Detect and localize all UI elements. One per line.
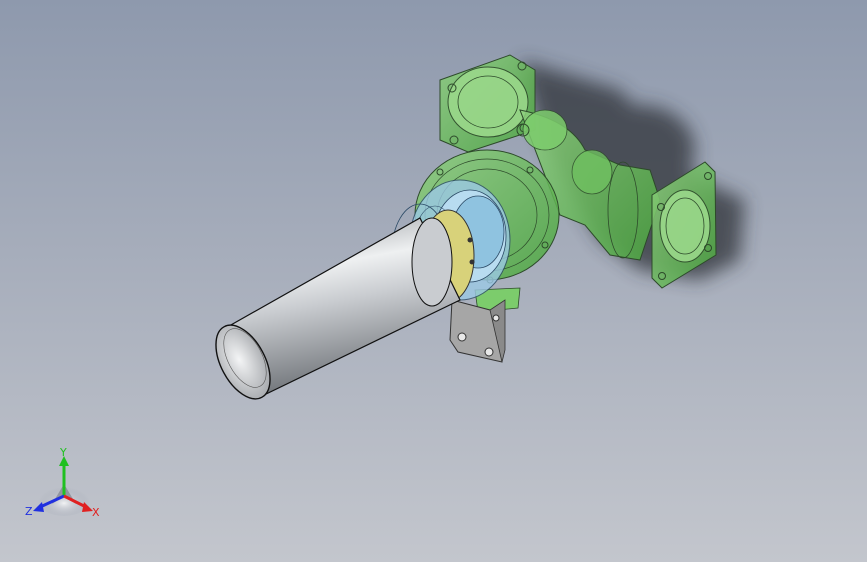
pipe-assembly-model[interactable] [0,0,867,562]
y-axis-label: Y [59,446,67,459]
x-axis-label: X [92,506,100,519]
3d-viewport[interactable]: Y Z X [0,0,867,562]
steel-pipe[interactable] [205,217,461,408]
z-axis-label: Z [25,505,33,518]
mounting-bracket[interactable] [449,299,506,363]
orientation-triad[interactable]: Y Z X [22,446,106,526]
